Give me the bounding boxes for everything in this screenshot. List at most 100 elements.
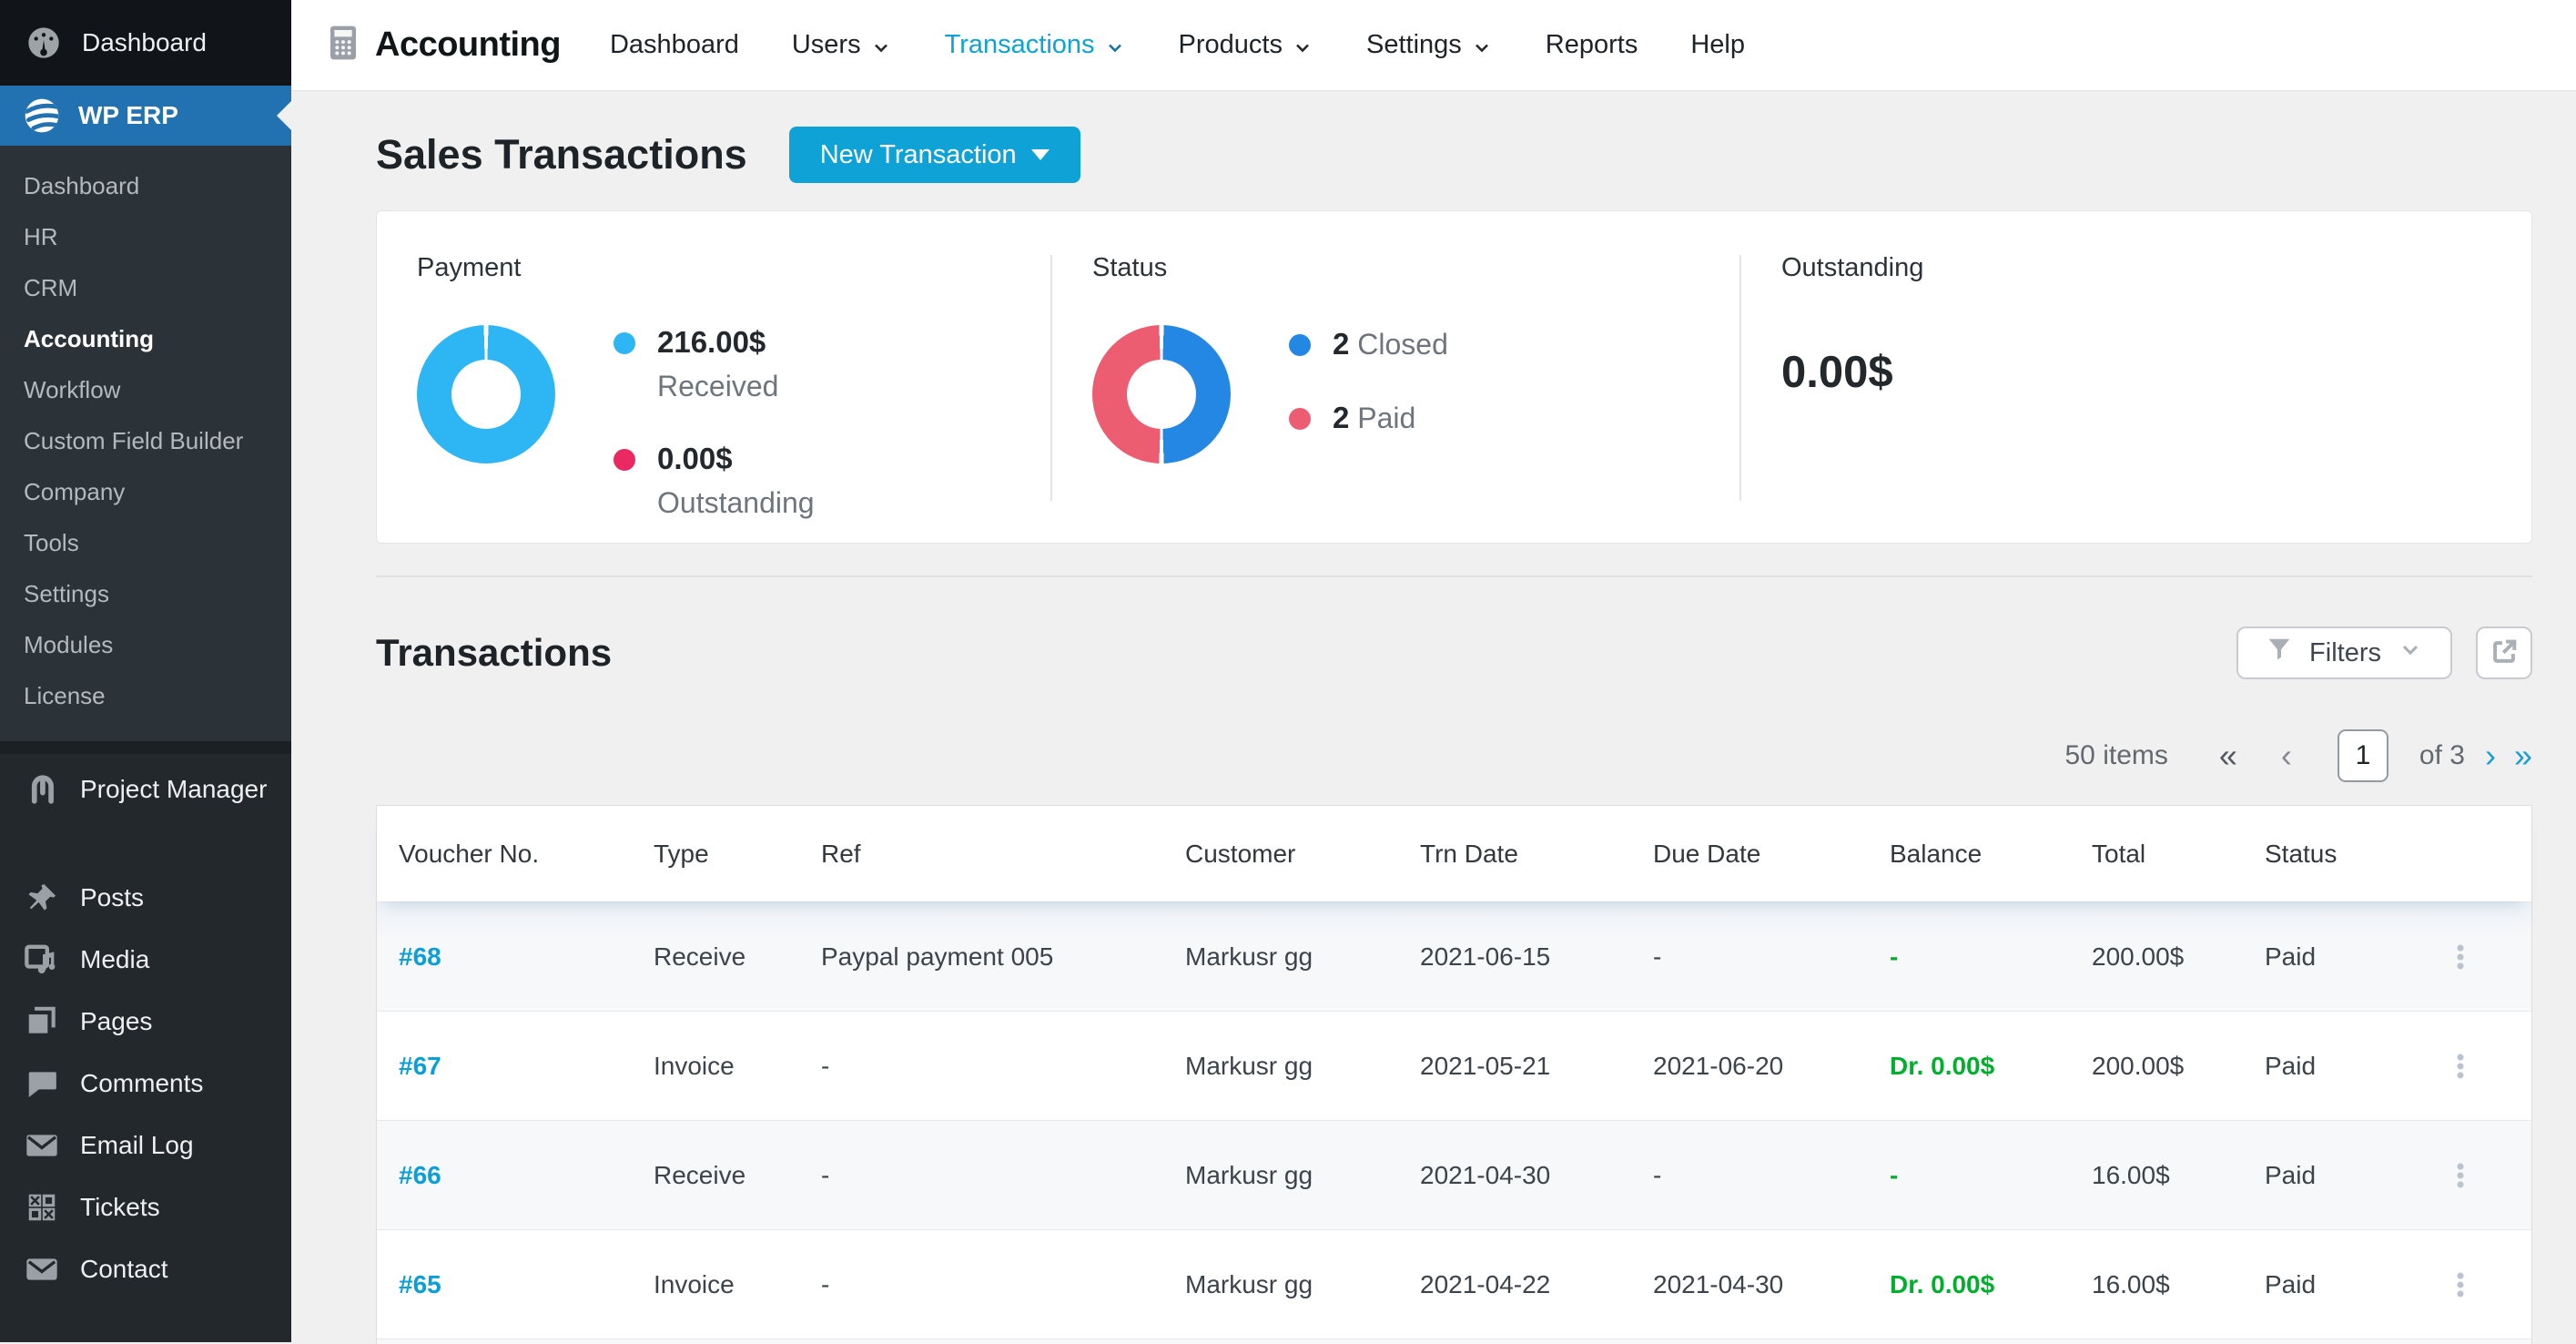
column-header: Ref [799,806,1163,901]
chevron-down-icon [2398,636,2423,669]
voucher-link[interactable]: #66 [377,1121,632,1229]
sidebar-subitem-accounting[interactable]: Accounting [0,313,291,364]
topnav-dashboard[interactable]: Dashboard [610,30,739,60]
transactions-header: Transactions Filters [376,626,2532,679]
topnav-products[interactable]: Products [1179,30,1313,60]
type-cell: Invoice [632,1012,799,1120]
status-title: Status [1092,253,1741,283]
trn-date-cell: 2021-05-21 [1398,1012,1631,1120]
customer-cell: Markusr gg [1163,1121,1398,1229]
sidebar-subitem-company[interactable]: Company [0,466,291,517]
sidebar-subitem-license[interactable]: License [0,670,291,721]
column-header: Balance [1868,806,2070,901]
table-row: #66 Receive - Markusr gg 2021-04-30 - - … [377,1120,2531,1229]
topnav-reports[interactable]: Reports [1546,30,1638,60]
chevron-down-icon [1104,36,1126,58]
sidebar-item-dashboard-top[interactable]: Dashboard [0,0,291,86]
type-cell: Receive [632,902,799,1011]
sidebar-item-contact[interactable]: Contact [0,1238,291,1300]
closed-label: Closed [1357,328,1448,361]
voucher-link[interactable]: #68 [377,902,632,1011]
filters-button[interactable]: Filters [2236,626,2452,679]
sidebar-item-pages[interactable]: Pages [0,991,291,1053]
export-button[interactable] [2476,626,2532,679]
payment-donut-chart [417,325,555,463]
outstanding-dot-icon [614,449,635,471]
sidebar-subitem-settings[interactable]: Settings [0,568,291,619]
pushpin-icon [22,881,62,915]
column-header: Trn Date [1398,806,1631,901]
row-actions-kebab-icon[interactable] [2388,1230,2531,1339]
ref-cell: Paypal payment 005 [799,902,1163,1011]
topnav-links: Dashboard Users Transactions Products Se… [610,30,1745,60]
sidebar-subitem-dashboard[interactable]: Dashboard [0,160,291,211]
sidebar-item-project-manager[interactable]: Project Manager [0,754,291,825]
sidebar-item-wp-erp[interactable]: WP ERP [0,86,291,146]
sidebar-item-label: Pages [80,1007,152,1036]
paid-label: Paid [1357,402,1415,434]
due-date-cell: 2021-06-20 [1631,1012,1868,1120]
status-cell: Paid [2243,1012,2388,1120]
media-icon [22,942,62,978]
sidebar-subitem-tools[interactable]: Tools [0,517,291,568]
due-date-cell: - [1631,1121,1868,1229]
voucher-link[interactable]: #67 [377,1012,632,1120]
column-header: Status [2243,806,2388,901]
envelope-open-icon [22,1127,62,1164]
row-actions-kebab-icon[interactable] [2388,1012,2531,1120]
sidebar-subitem-custom-field-builder[interactable]: Custom Field Builder [0,415,291,466]
brand-title: Accounting [375,25,561,65]
prev-page-button[interactable]: ‹ [2281,739,2292,772]
page-number-input[interactable] [2338,729,2388,782]
payment-summary: Payment 216.00$ Received [377,211,1052,543]
sidebar-item-posts[interactable]: Posts [0,867,291,929]
outstanding-label: Outstanding [657,486,815,520]
sidebar-item-label: Tickets [80,1193,160,1222]
column-header: Customer [1163,806,1398,901]
voucher-link[interactable]: #65 [377,1230,632,1339]
status-cell: Paid [2243,902,2388,1011]
next-row-clipped [377,1339,2531,1344]
sidebar-subitem-crm[interactable]: CRM [0,262,291,313]
ref-cell: - [799,1230,1163,1339]
balance-cell: - [1868,1121,2070,1229]
sidebar-subitem-workflow[interactable]: Workflow [0,364,291,415]
last-page-button[interactable]: » [2514,739,2532,772]
table-row: #68 Receive Paypal payment 005 Markusr g… [377,901,2531,1011]
received-dot-icon [614,332,635,354]
balance-cell: Dr. 0.00$ [1868,1012,2070,1120]
next-page-button[interactable]: › [2485,739,2496,772]
sidebar-item-tickets[interactable]: Tickets [0,1176,291,1238]
transactions-title: Transactions [376,631,612,675]
sidebar-item-label: Posts [80,883,144,912]
table-row: #67 Invoice - Markusr gg 2021-05-21 2021… [377,1011,2531,1120]
envelope-icon [22,1251,62,1288]
page-header: Sales Transactions New Transaction [376,127,2532,183]
topnav-help[interactable]: Help [1690,30,1745,60]
sidebar-subitem-hr[interactable]: HR [0,211,291,262]
accounting-brand: Accounting [324,22,561,68]
sidebar-subitem-modules[interactable]: Modules [0,619,291,670]
sidebar-item-media[interactable]: Media [0,929,291,991]
topnav-transactions[interactable]: Transactions [945,30,1126,60]
items-count: 50 items [2065,740,2168,771]
funnel-icon [2266,636,2293,670]
topnav-users[interactable]: Users [792,30,892,60]
sidebar-item-email-log[interactable]: Email Log [0,1115,291,1176]
tickets-grid-icon [22,1190,62,1225]
row-actions-kebab-icon[interactable] [2388,902,2531,1011]
trn-date-cell: 2021-04-30 [1398,1121,1631,1229]
table-row: #65 Invoice - Markusr gg 2021-04-22 2021… [377,1229,2531,1339]
sidebar-item-comments[interactable]: Comments [0,1053,291,1115]
trn-date-cell: 2021-06-15 [1398,902,1631,1011]
first-page-button[interactable]: « [2219,739,2237,772]
project-manager-logo-icon [22,769,62,809]
accounting-topnav: Accounting Dashboard Users Transactions … [291,0,2576,91]
paid-dot-icon [1289,408,1311,430]
topnav-settings[interactable]: Settings [1366,30,1493,60]
outstanding-total-value: 0.00$ [1781,347,2531,398]
row-actions-kebab-icon[interactable] [2388,1121,2531,1229]
new-transaction-button[interactable]: New Transaction [789,127,1080,183]
type-cell: Invoice [632,1230,799,1339]
external-link-icon [2489,636,2520,670]
